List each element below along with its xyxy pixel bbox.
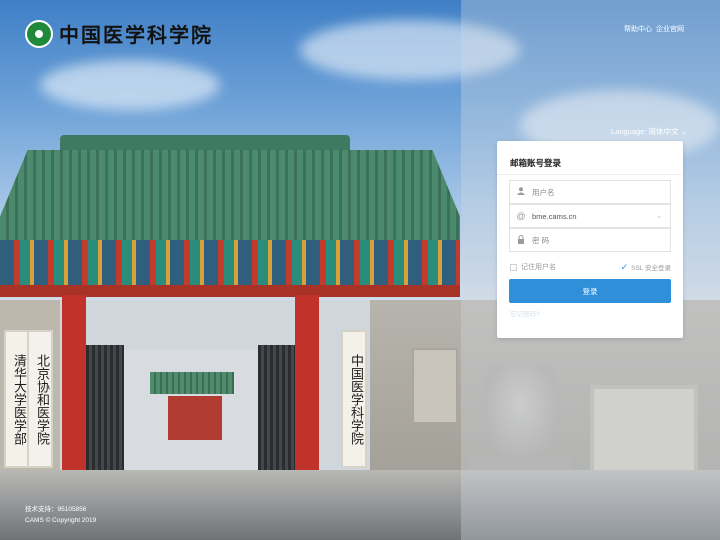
copyright-text: CAMS © Copyright 2019 — [25, 517, 97, 524]
username-placeholder: 用户名 — [532, 187, 555, 197]
emblem-icon — [25, 19, 53, 48]
password-field[interactable]: 密 码 — [509, 228, 671, 252]
chevron-down-icon: ⌄ — [680, 127, 687, 136]
corporate-site-link[interactable]: 企业官网 — [656, 26, 684, 33]
ssl-label: SSL 安全登录 — [631, 265, 671, 272]
support-text: 技术支持：95105856 — [25, 506, 87, 513]
top-links: 帮助中心 企业官网 — [622, 24, 684, 34]
remember-username[interactable]: 记住用户名 — [510, 262, 556, 272]
at-icon: @ — [516, 211, 526, 221]
password-placeholder: 密 码 — [532, 235, 550, 245]
user-icon — [510, 187, 532, 197]
plaque-pumc: 北京协和医学院 — [27, 330, 53, 468]
right-gate-door — [258, 345, 296, 480]
inner-gate-roof — [150, 372, 234, 394]
forgot-password-link[interactable]: 忘记密码? — [510, 308, 540, 318]
language-label: Language: — [611, 127, 647, 136]
gate-roof — [0, 150, 460, 245]
help-center-link[interactable]: 帮助中心 — [624, 26, 652, 33]
plaque-cams: 中国医学科学院 — [341, 330, 367, 468]
left-pillar — [62, 295, 86, 480]
lock-icon — [510, 234, 532, 246]
brand-logo: 中国医学科学院 — [25, 19, 213, 48]
painted-eaves — [0, 240, 460, 290]
username-field[interactable]: 用户名 — [509, 180, 671, 204]
login-card: 邮箱账号登录 用户名 @ bme.cams.cn ⌄ 密 码 记住用户名 ✓ S… — [497, 141, 683, 338]
check-icon[interactable]: ✓ — [621, 262, 629, 271]
chevron-down-icon: ⌄ — [656, 213, 662, 220]
login-title: 邮箱账号登录 — [510, 158, 562, 168]
language-value: 简体中文 — [648, 127, 679, 136]
cloud — [40, 60, 220, 110]
domain-select[interactable]: @ bme.cams.cn ⌄ — [509, 204, 671, 228]
left-gate-door — [86, 345, 124, 480]
right-pillar — [295, 295, 319, 480]
domain-value: bme.cams.cn — [532, 211, 577, 221]
brand-name: 中国医学科学院 — [59, 23, 213, 47]
language-selector[interactable]: Language: 简体中文 ⌄ — [611, 126, 687, 137]
inner-gate-door — [168, 396, 222, 440]
divider — [497, 174, 683, 175]
remember-checkbox[interactable] — [510, 263, 517, 271]
login-button[interactable]: 登录 — [509, 279, 671, 303]
remember-label: 记住用户名 — [521, 264, 556, 271]
stone-relief — [412, 348, 458, 424]
ssl-login[interactable]: ✓ SSL 安全登录 — [621, 262, 671, 272]
